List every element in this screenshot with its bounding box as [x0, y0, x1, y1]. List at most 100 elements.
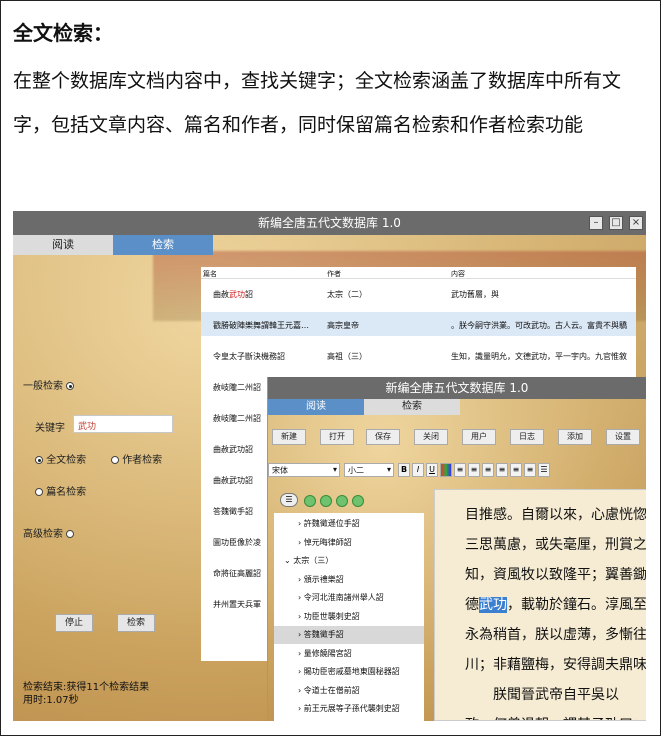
color-palette-icon[interactable]	[440, 463, 452, 477]
status-result-count: 检索结束:获得11个检索结果	[23, 682, 150, 693]
keyword-input[interactable]: 武功	[73, 415, 173, 433]
main-app-window: 新编全唐五代文数据库 1.0 – □ × 阅读 检索 一般检索 关键字 武功 全…	[13, 211, 646, 721]
superscript-icon[interactable]: ≡	[454, 463, 466, 477]
row-title: 戳勝破陣樂舞謂韓王元嘉…	[213, 320, 309, 331]
tree-arrow-icon[interactable]: ⌄	[284, 556, 293, 565]
nav-back-icon[interactable]	[304, 495, 316, 507]
document-highlight: 武功	[479, 597, 507, 613]
row-title-text: 曲赦武功詔	[213, 476, 253, 485]
row-title-text: 圖功臣像於凌	[213, 538, 261, 547]
row-author: 太宗（二）	[327, 290, 367, 299]
table-row[interactable]: 令皇太子斷決機務詔 高祖（三） 生知，識量明允，文德武功，平一宇内。九官惟敘	[201, 343, 636, 367]
toolbar-button[interactable]: 用户	[462, 429, 496, 445]
close-icon[interactable]: ×	[629, 216, 643, 230]
document-viewer[interactable]: 目推感。自爾以來，心慮恍惚 三思萬慮，或失毫厘，刑賞之 知，資風牧以致隆平；翼善鋤德…	[434, 489, 646, 721]
menu-icon[interactable]: ☰	[280, 493, 298, 507]
tree-item[interactable]: ⌄ 太宗（三）	[274, 552, 424, 570]
row-title: 曲赦武功詔	[213, 289, 253, 300]
tree-item[interactable]: › 量修饒陽宮詔	[274, 645, 424, 663]
document-line: 川；非藉鹽梅，安得調夫鼎味	[465, 654, 646, 674]
row-title-text: 答魏徵手詔	[213, 507, 253, 516]
toolbar-button[interactable]: 新建	[272, 429, 306, 445]
document-line-text: 三思萬慮，或失毫厘，刑賞之	[465, 537, 646, 553]
tree-item[interactable]: › 賜功臣密戚墓地東園秘器詔	[274, 663, 424, 681]
search-status: 检索结束:获得11个检索结果 用时:1.07秒	[23, 681, 149, 707]
toolbar-button[interactable]: 保存	[366, 429, 400, 445]
fulltext-option[interactable]: 全文检索	[35, 451, 86, 466]
document-line: 知，資風牧以致隆平；翼善鋤	[465, 564, 646, 584]
document-line-text: 德	[465, 597, 479, 613]
font-size-select[interactable]: 小二 ▾	[344, 463, 394, 477]
row-title-text: 赦岐隴二州詔	[213, 383, 261, 392]
tree-item-label: 量修饒陽宮詔	[303, 648, 352, 658]
author-option[interactable]: 作者检索	[111, 451, 162, 466]
tab2-search[interactable]: 检索	[364, 399, 460, 415]
tree-item-label: 令河北淮南諸州舉人詔	[303, 593, 384, 602]
align-center-icon[interactable]: ≡	[496, 463, 508, 477]
row-author: 高祖（三）	[327, 352, 367, 361]
advanced-search-option[interactable]: 高级检索	[23, 525, 75, 540]
main-tabs: 阅读 检索	[13, 235, 213, 255]
tree-item[interactable]: › 令河北淮南諸州舉人詔	[274, 589, 424, 607]
toolbar-button[interactable]: 打开	[320, 429, 354, 445]
status-elapsed-time: 用时:1.07秒	[23, 695, 79, 706]
title-search-option[interactable]: 篇名检索	[35, 483, 86, 498]
font-name-value: 宋体	[272, 466, 288, 475]
tree-item-label: 頒示禮樂詔	[303, 574, 344, 584]
tree-item-label: 令道士在僧前詔	[303, 685, 360, 695]
toolbar-button[interactable]: 添加	[558, 429, 592, 445]
general-search-option[interactable]: 一般检索	[23, 377, 75, 392]
author-label: 作者检索	[122, 455, 163, 466]
advanced-search-radio[interactable]	[66, 530, 75, 538]
list-icon[interactable]: ☰	[538, 463, 550, 477]
search-button[interactable]: 检索	[117, 614, 155, 632]
tree-item[interactable]: › 令道士在僧前詔	[274, 682, 424, 700]
font-name-select[interactable]: 宋体 ▾	[268, 463, 340, 477]
tree-item[interactable]: › 功臣世襲刺史詔	[274, 608, 424, 626]
row-title-text: 赦岐隴二州詔	[213, 414, 261, 423]
fulltext-radio[interactable]	[35, 456, 43, 464]
document-line: 政。何曾退朝，謂其子劭曰：	[465, 714, 646, 720]
bold-icon[interactable]: B	[398, 463, 410, 477]
title-search-label: 篇名检索	[46, 487, 87, 498]
toolbar-button[interactable]: 设置	[606, 429, 640, 445]
align-right-icon[interactable]: ≡	[510, 463, 522, 477]
tree-item[interactable]: › 前王元展等子孫代襲刺史詔	[274, 700, 424, 718]
document-line-text: 川；非藉鹽梅，安得調夫鼎味	[465, 657, 646, 673]
tree-item[interactable]: › 頒示禮樂詔	[274, 571, 424, 589]
subscript-icon[interactable]: ≡	[468, 463, 480, 477]
row-title: 赦岐隴二州詔	[213, 382, 261, 393]
row-title-text: 令皇太子斷決機務詔	[213, 352, 285, 361]
tab-read[interactable]: 阅读	[13, 235, 113, 255]
row-content: 。朕今嗣守洪業。可改武功。古人云。富貴不與驕	[451, 321, 627, 330]
maximize-icon[interactable]: □	[609, 216, 623, 230]
minimize-icon[interactable]: –	[589, 216, 603, 230]
tree-item-label: 許魏徵遜位手詔	[303, 519, 360, 528]
stop-button[interactable]: 停止	[55, 614, 93, 632]
tree-item[interactable]: › 許魏徵遜位手詔	[274, 515, 424, 533]
tab-search[interactable]: 检索	[113, 235, 213, 255]
author-radio[interactable]	[111, 456, 119, 464]
underline-icon[interactable]: U	[426, 463, 438, 477]
nav-down-icon[interactable]	[352, 495, 364, 507]
fulltext-label: 全文检索	[46, 455, 87, 466]
row-title: 曲赦武功詔	[213, 475, 253, 486]
nav-up-icon[interactable]	[336, 495, 348, 507]
italic-icon[interactable]: I	[412, 463, 424, 477]
nav-forward-icon[interactable]	[320, 495, 332, 507]
document-line-text: 政。何曾退朝，謂其子劭曰：	[465, 717, 646, 720]
table-row[interactable]: 曲赦武功詔 太宗（二） 武功舊層，與	[201, 281, 636, 305]
justify-icon[interactable]: ≡	[524, 463, 536, 477]
table-row[interactable]: 戳勝破陣樂舞謂韓王元嘉… 高宗皇帝 。朕今嗣守洪業。可改武功。古人云。富貴不與驕	[201, 312, 636, 336]
title-search-radio[interactable]	[35, 488, 43, 496]
toolbar-button[interactable]: 关闭	[414, 429, 448, 445]
document-line-text: 朕聞晉武帝自平吳以	[465, 687, 619, 703]
tree-item[interactable]: › 悼元晦律師詔	[274, 534, 424, 552]
tab2-read[interactable]: 阅读	[268, 399, 364, 415]
tree-item[interactable]: › 答魏徵手詔	[274, 626, 424, 644]
col-author-header: 作者	[327, 270, 341, 278]
align-left-icon[interactable]: ≡	[482, 463, 494, 477]
toolbar-button[interactable]: 日志	[510, 429, 544, 445]
general-search-radio[interactable]	[66, 382, 75, 390]
document-line: 朕聞晉武帝自平吳以	[465, 684, 619, 704]
